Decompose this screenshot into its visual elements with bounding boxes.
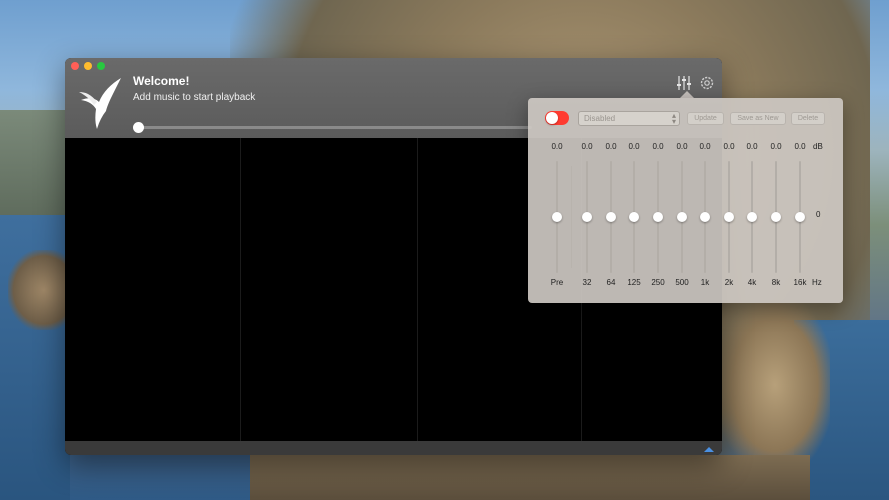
eq-band-thumb[interactable] — [653, 212, 663, 222]
eq-band-label: 1k — [700, 278, 710, 287]
eq-band-label: 32 — [582, 278, 592, 287]
eq-band-thumb[interactable] — [677, 212, 687, 222]
eq-band-2k: 0.0 2k — [717, 98, 741, 303]
eq-band-value: 0.0 — [699, 142, 711, 151]
eq-band-value: 0.0 — [770, 142, 782, 151]
unit-hz-label: Hz — [812, 278, 822, 287]
eq-band-thumb[interactable] — [747, 212, 757, 222]
eq-band-label: 16k — [793, 278, 807, 287]
unit-db-label: dB — [813, 142, 823, 151]
eq-band-16k: 0.0 16k — [788, 98, 812, 303]
preamp-separator — [571, 166, 572, 268]
eq-band-label: Pre — [550, 278, 564, 287]
eq-band-label: 250 — [651, 278, 665, 287]
column-divider[interactable] — [240, 138, 241, 441]
eq-band-value: 0.0 — [652, 142, 664, 151]
eq-band-label: 8k — [771, 278, 781, 287]
wallpaper-rock-right — [720, 300, 830, 470]
eq-band-thumb[interactable] — [771, 212, 781, 222]
eq-band-64: 0.0 64 — [599, 98, 623, 303]
status-bar — [65, 441, 722, 455]
seek-thumb[interactable] — [133, 122, 144, 133]
popover-arrow — [680, 91, 694, 98]
eq-band-1k: 0.0 1k — [693, 98, 717, 303]
eq-band-thumb[interactable] — [724, 212, 734, 222]
eq-band-thumb[interactable] — [552, 212, 562, 222]
eq-band-500: 0.0 500 — [670, 98, 694, 303]
now-playing-title: Welcome! — [133, 74, 190, 88]
equalizer-popover: Disabled ▴ ▾ Update Save as New Delete 0.… — [528, 98, 843, 303]
zoom-window-button[interactable] — [97, 62, 105, 70]
eq-band-250: 0.0 250 — [646, 98, 670, 303]
close-window-button[interactable] — [71, 62, 79, 70]
eq-band-value: 0.0 — [746, 142, 758, 151]
eq-band-125: 0.0 125 — [622, 98, 646, 303]
eq-band-value: 0.0 — [605, 142, 617, 151]
hummingbird-logo-icon — [79, 78, 121, 129]
eq-band-value: 0.0 — [676, 142, 688, 151]
gear-icon[interactable] — [699, 75, 715, 91]
eq-band-thumb[interactable] — [606, 212, 616, 222]
eq-band-thumb[interactable] — [700, 212, 710, 222]
wallpaper-rock-left-lower — [8, 250, 68, 330]
expand-up-icon[interactable] — [704, 447, 714, 452]
eq-band-8k: 0.0 8k — [764, 98, 788, 303]
eq-band-4k: 0.0 4k — [740, 98, 764, 303]
eq-band-value: 0.0 — [628, 142, 640, 151]
now-playing-subtitle: Add music to start playback — [133, 92, 256, 103]
eq-band-thumb[interactable] — [795, 212, 805, 222]
wallpaper-rock-bottom — [250, 455, 810, 500]
eq-band-label: 125 — [627, 278, 641, 287]
eq-band-value: 0.0 — [723, 142, 735, 151]
eq-band-32: 0.0 32 — [575, 98, 599, 303]
eq-band-label: 2k — [724, 278, 734, 287]
eq-band-label: 4k — [747, 278, 757, 287]
eq-band-thumb[interactable] — [629, 212, 639, 222]
unit-zero-label: 0 — [816, 210, 821, 219]
wallpaper-rock-left — [0, 110, 68, 220]
eq-band-label: 500 — [675, 278, 689, 287]
eq-band-value: 0.0 — [551, 142, 563, 151]
sliders-icon[interactable] — [676, 75, 692, 91]
eq-band-label: 64 — [606, 278, 616, 287]
eq-band-value: 0.0 — [794, 142, 806, 151]
eq-band-value: 0.0 — [581, 142, 593, 151]
eq-band-thumb[interactable] — [582, 212, 592, 222]
column-divider[interactable] — [417, 138, 418, 441]
minimize-window-button[interactable] — [84, 62, 92, 70]
seek-bar[interactable] — [137, 126, 532, 129]
eq-band-pre: 0.0 Pre — [545, 98, 569, 303]
